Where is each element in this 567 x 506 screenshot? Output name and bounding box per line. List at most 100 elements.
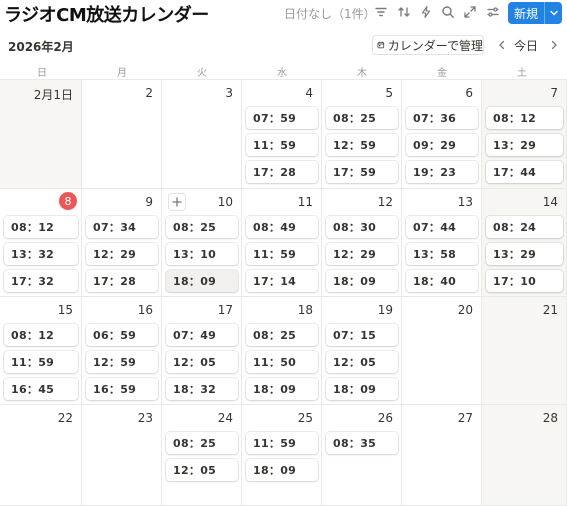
- event-card[interactable]: 18：40: [406, 270, 478, 292]
- calendar-day-cell[interactable]: 23: [82, 405, 162, 506]
- event-card[interactable]: 13：32: [4, 243, 78, 265]
- event-card[interactable]: 12：59: [86, 351, 158, 373]
- event-card[interactable]: 08：30: [326, 216, 398, 238]
- event-card[interactable]: 07：15: [326, 324, 398, 346]
- event-card[interactable]: 11：59: [4, 351, 78, 373]
- event-card[interactable]: 17：32: [4, 270, 78, 292]
- calendar-day-cell[interactable]: 15 08：12 11：59 16：45: [0, 297, 82, 405]
- event-card[interactable]: 09：29: [406, 134, 478, 156]
- chevron-right-icon[interactable]: [547, 38, 561, 52]
- calendar-day-cell[interactable]: 28: [482, 405, 567, 506]
- event-card[interactable]: 12：05: [166, 459, 238, 481]
- calendar-day-cell[interactable]: 25 11：59 18：09: [242, 405, 322, 506]
- event-card[interactable]: 07：59: [246, 107, 318, 129]
- event-card[interactable]: 13：10: [166, 243, 238, 265]
- event-card[interactable]: 07：34: [86, 216, 158, 238]
- event-card[interactable]: 08：25: [326, 107, 398, 129]
- calendar-day-cell[interactable]: 10 08：25 13：10 18：09: [162, 189, 242, 297]
- event-card[interactable]: 18：09: [326, 378, 398, 400]
- event-card[interactable]: 18：09: [246, 378, 318, 400]
- no-date-items-button[interactable]: 日付なし（1件）: [284, 5, 376, 22]
- event-card[interactable]: 08：12: [486, 107, 563, 129]
- calendar-day-cell[interactable]: 4 07：59 11：59 17：28: [242, 80, 322, 189]
- sort-icon[interactable]: [396, 4, 412, 20]
- event-card[interactable]: 16：45: [4, 378, 78, 400]
- new-button[interactable]: 新規: [508, 2, 562, 24]
- sliders-icon[interactable]: [485, 4, 501, 20]
- manage-in-calendar-button[interactable]: カレンダーで管理: [372, 35, 484, 55]
- event-card[interactable]: 17：28: [86, 270, 158, 292]
- calendar-day-cell[interactable]: 17 07：49 12：05 18：32: [162, 297, 242, 405]
- calendar-day-cell[interactable]: 13 07：44 13：58 18：40: [402, 189, 482, 297]
- event-card[interactable]: 17：14: [246, 270, 318, 292]
- event-card[interactable]: 06：59: [86, 324, 158, 346]
- event-card[interactable]: 11：59: [246, 243, 318, 265]
- day-number: 27: [457, 411, 473, 425]
- event-card[interactable]: 07：36: [406, 107, 478, 129]
- event-card[interactable]: 12：05: [166, 351, 238, 373]
- event-card[interactable]: 17：44: [486, 161, 563, 183]
- calendar-day-cell[interactable]: 22: [0, 405, 82, 506]
- event-card[interactable]: 08：25: [166, 216, 238, 238]
- event-card[interactable]: 08：12: [4, 216, 78, 238]
- expand-icon[interactable]: [462, 4, 478, 20]
- weekday-wed: 水: [277, 68, 287, 79]
- calendar-day-cell[interactable]: 12 08：30 12：29 18：09: [322, 189, 402, 297]
- day-number: 23: [137, 411, 153, 425]
- calendar-day-cell[interactable]: 2月1日: [0, 80, 82, 189]
- event-card[interactable]: 12：29: [86, 243, 158, 265]
- event-card[interactable]: 17：10: [486, 270, 563, 292]
- event-card[interactable]: 18：09: [166, 270, 238, 292]
- page-header: ラジオCM放送カレンダー 日付なし（1件） 新規: [0, 0, 567, 28]
- calendar-day-cell[interactable]: 2: [82, 80, 162, 189]
- event-card[interactable]: 16：59: [86, 378, 158, 400]
- event-card[interactable]: 18：09: [246, 459, 318, 481]
- calendar-day-cell[interactable]: 27: [402, 405, 482, 506]
- event-card[interactable]: 11：59: [246, 432, 318, 454]
- plus-icon[interactable]: [168, 193, 186, 211]
- calendar-day-cell[interactable]: 18 08：25 11：50 18：09: [242, 297, 322, 405]
- calendar-day-cell[interactable]: 20: [402, 297, 482, 405]
- chevron-left-icon[interactable]: [495, 38, 509, 52]
- calendar-day-cell[interactable]: 7 08：12 13：29 17：44: [482, 80, 567, 189]
- event-card[interactable]: 13：58: [406, 243, 478, 265]
- event-card[interactable]: 12：29: [326, 243, 398, 265]
- event-card[interactable]: 08：25: [166, 432, 238, 454]
- calendar-day-cell[interactable]: 9 07：34 12：29 17：28: [82, 189, 162, 297]
- event-card[interactable]: 08：35: [326, 432, 398, 454]
- event-card[interactable]: 08：25: [246, 324, 318, 346]
- lightning-icon[interactable]: [418, 4, 434, 20]
- calendar-day-cell[interactable]: 14 08：24 13：29 17：10: [482, 189, 567, 297]
- event-card[interactable]: 07：49: [166, 324, 238, 346]
- filter-icon[interactable]: [373, 4, 389, 20]
- event-card[interactable]: 12：05: [326, 351, 398, 373]
- calendar-day-cell[interactable]: 6 07：36 09：29 19：23: [402, 80, 482, 189]
- calendar-day-cell[interactable]: 24 08：25 12：05: [162, 405, 242, 506]
- event-card[interactable]: 08：24: [486, 216, 563, 238]
- event-card[interactable]: 13：29: [486, 134, 563, 156]
- calendar-day-cell[interactable]: 16 06：59 12：59 16：59: [82, 297, 162, 405]
- today-button[interactable]: 今日: [514, 37, 538, 54]
- calendar-day-cell[interactable]: 8 08：12 13：32 17：32: [0, 189, 82, 297]
- calendar-day-cell[interactable]: 5 08：25 12：59 17：59: [322, 80, 402, 189]
- event-card[interactable]: 18：32: [166, 378, 238, 400]
- event-card[interactable]: 11：59: [246, 134, 318, 156]
- event-card[interactable]: 17：59: [326, 161, 398, 183]
- event-card[interactable]: 08：12: [4, 324, 78, 346]
- calendar-day-cell[interactable]: 19 07：15 12：05 18：09: [322, 297, 402, 405]
- search-icon[interactable]: [440, 4, 456, 20]
- event-card[interactable]: 17：28: [246, 161, 318, 183]
- event-card[interactable]: 11：50: [246, 351, 318, 373]
- chevron-down-icon[interactable]: [545, 8, 562, 18]
- calendar-day-cell[interactable]: 3: [162, 80, 242, 189]
- event-card[interactable]: 08：49: [246, 216, 318, 238]
- event-card[interactable]: 12：59: [326, 134, 398, 156]
- event-card[interactable]: 18：09: [326, 270, 398, 292]
- weekday-tue: 火: [197, 68, 207, 79]
- calendar-day-cell[interactable]: 11 08：49 11：59 17：14: [242, 189, 322, 297]
- calendar-day-cell[interactable]: 21: [482, 297, 567, 405]
- calendar-day-cell[interactable]: 26 08：35: [322, 405, 402, 506]
- event-card[interactable]: 19：23: [406, 161, 478, 183]
- event-card[interactable]: 13：29: [486, 243, 563, 265]
- event-card[interactable]: 07：44: [406, 216, 478, 238]
